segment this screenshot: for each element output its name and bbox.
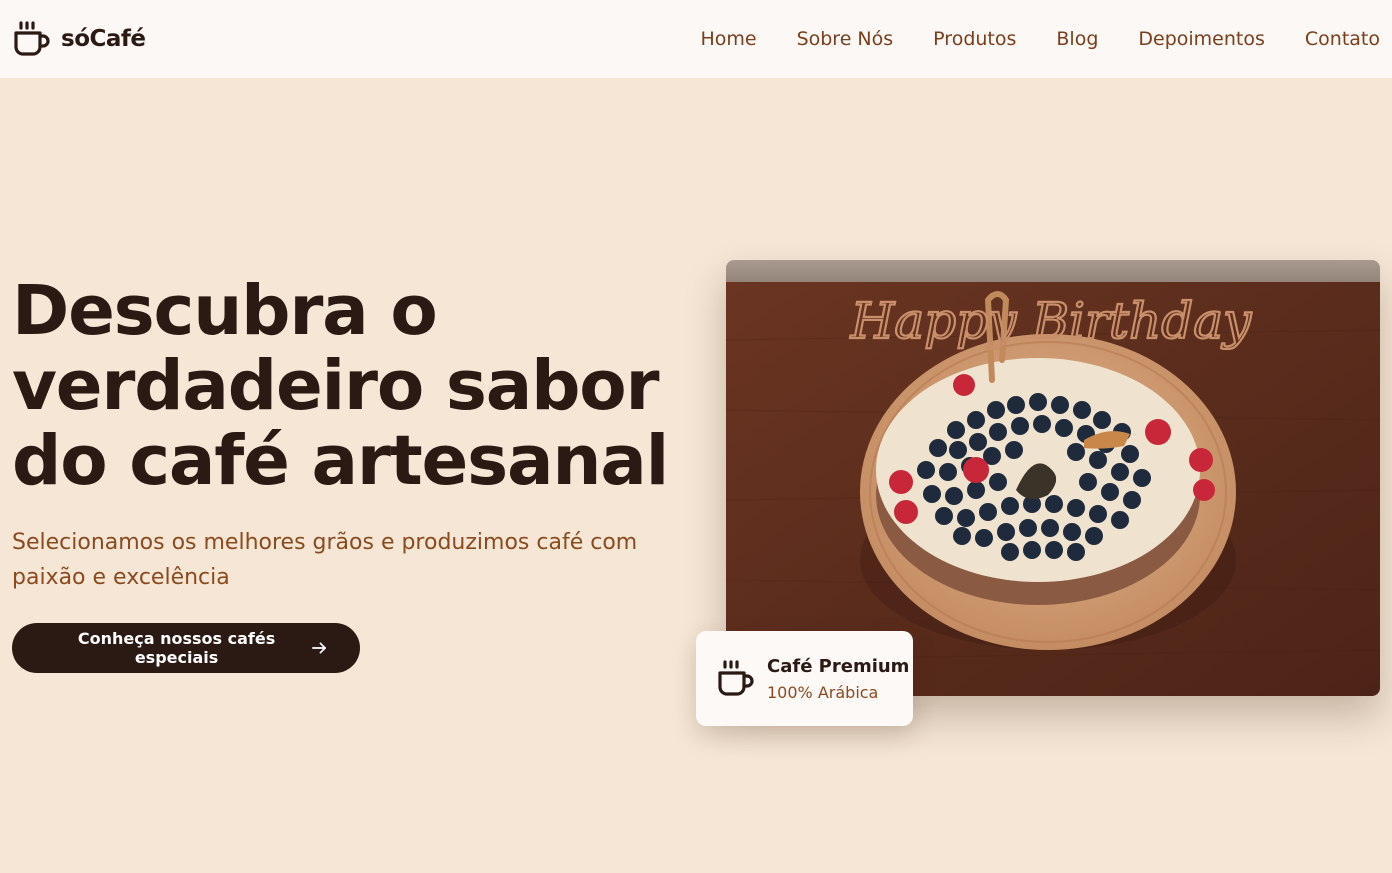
badge-subtitle: 100% Arábica — [767, 682, 879, 702]
nav-sobre-nos[interactable]: Sobre Nós — [797, 28, 894, 50]
hero-subtitle: Selecionamos os melhores grãos e produzi… — [12, 530, 638, 590]
main-nav: Home Sobre Nós Produtos Blog Depoimentos… — [660, 28, 1380, 50]
hero-content: Descubra o verdadeiro sabor do café arte… — [12, 274, 692, 673]
badge-title: Café Premium — [767, 655, 910, 677]
hero-title-line-2: verdadeiro sabor — [12, 346, 660, 426]
badge-text: Café Premium 100% Arábica — [767, 656, 909, 702]
hero-title: Descubra o verdadeiro sabor do café arte… — [12, 274, 692, 499]
arrow-right-icon — [312, 642, 327, 654]
nav-depoimentos[interactable]: Depoimentos — [1138, 28, 1265, 50]
brand-name: sóCafé — [61, 26, 146, 52]
coffee-cup-icon — [718, 659, 754, 696]
cta-button[interactable]: Conheça nossos cafés especiais — [12, 623, 360, 673]
hero-title-line-3: do café artesanal — [12, 421, 669, 501]
site-header: sóCafé Home Sobre Nós Produtos Blog Depo… — [0, 0, 1392, 78]
cta-label: Conheça nossos cafés especiais — [77, 629, 276, 667]
hero-title-line-1: Descubra o — [12, 271, 438, 351]
premium-badge: Café Premium 100% Arábica — [696, 631, 913, 726]
nav-contato[interactable]: Contato — [1305, 28, 1380, 50]
coffee-cup-icon — [14, 21, 50, 56]
nav-blog[interactable]: Blog — [1056, 28, 1098, 50]
brand-logo[interactable]: sóCafé — [13, 20, 146, 58]
nav-home[interactable]: Home — [700, 28, 756, 50]
nav-produtos[interactable]: Produtos — [933, 28, 1016, 50]
cake-topper-text: Happy Birthday — [850, 292, 1252, 350]
